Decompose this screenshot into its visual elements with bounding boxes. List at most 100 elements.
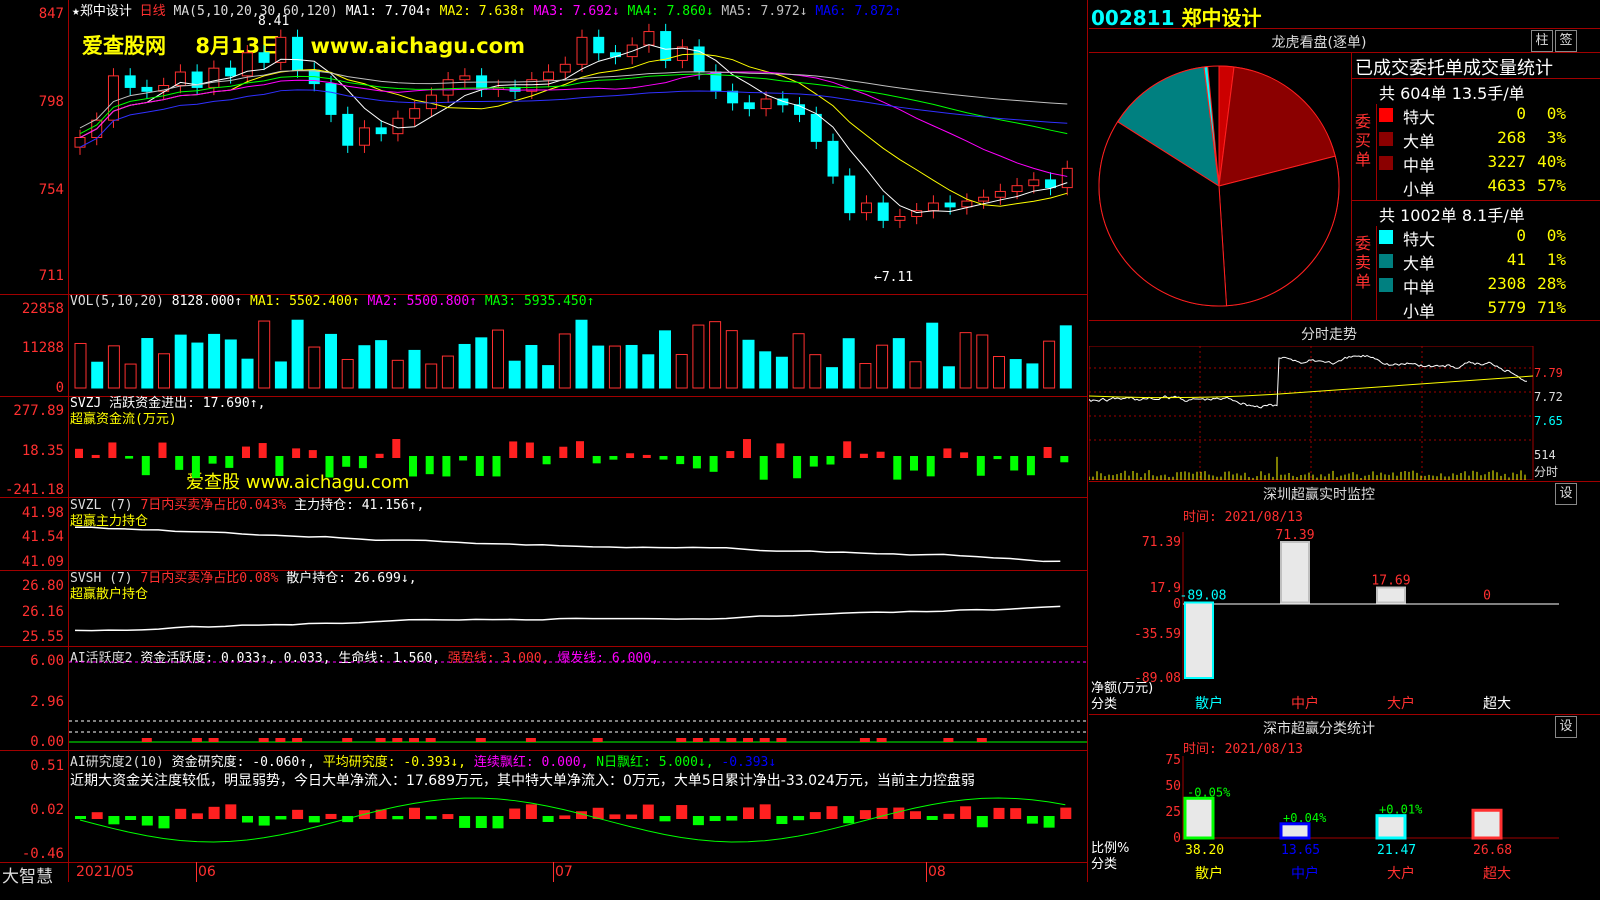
flow-bar bbox=[158, 442, 167, 458]
research-bar bbox=[208, 806, 220, 819]
main-chart-area[interactable]: ★郑中设计 日线 MA(5,10,20,30,60,120) MA1: 7.70… bbox=[0, 0, 1088, 900]
price-y-label: 711 bbox=[38, 268, 64, 284]
volume-bar bbox=[959, 332, 972, 389]
research-bar bbox=[475, 816, 487, 829]
candle bbox=[978, 196, 990, 202]
active-bar bbox=[709, 738, 720, 742]
volume-bar bbox=[809, 354, 822, 389]
candle bbox=[543, 71, 555, 81]
candle bbox=[844, 175, 856, 214]
research-bar bbox=[175, 808, 187, 819]
buy-row-name: 特大 bbox=[1403, 108, 1436, 127]
volume-bar bbox=[274, 361, 287, 389]
research-bar bbox=[325, 813, 337, 819]
ai-research-y-label: -0.46 bbox=[21, 846, 64, 862]
research-bar bbox=[1060, 807, 1072, 819]
order-pie[interactable] bbox=[1089, 52, 1351, 320]
flow-bar bbox=[576, 441, 584, 458]
research-bar bbox=[492, 816, 504, 829]
volume-bar bbox=[692, 324, 705, 389]
volume-bar bbox=[542, 365, 555, 389]
candle bbox=[559, 63, 571, 73]
monitor-bar-label: 0 bbox=[1483, 589, 1491, 604]
monitor-bar-chart[interactable]: 71.3917.90-35.59-89.08-89.0871.3917.690散… bbox=[1089, 522, 1600, 712]
bar-toggle-button[interactable]: 柱 bbox=[1531, 30, 1553, 52]
volume-bar bbox=[325, 333, 337, 389]
sell-row-name: 小单 bbox=[1403, 302, 1436, 321]
ma-line bbox=[79, 53, 1068, 207]
volume-bar bbox=[775, 356, 788, 389]
svzj-y-label: 277.89 bbox=[13, 403, 64, 419]
classify-y-label: 50 bbox=[1165, 779, 1181, 794]
classify-change-label: +0.01% bbox=[1379, 803, 1423, 817]
monitor-bar bbox=[1280, 541, 1310, 604]
intraday-chart[interactable] bbox=[1089, 346, 1534, 480]
intraday-y-label: 7.72 bbox=[1534, 390, 1563, 404]
svzl-y-label: 41.09 bbox=[21, 554, 64, 570]
volume-bar bbox=[742, 339, 755, 389]
sell-side-label: 委卖单 bbox=[1355, 234, 1372, 291]
right-panel: 002811 郑中设计 龙虎看盘(逐单) 柱 签 已成交委托单成交量统计 共 6… bbox=[1089, 0, 1600, 900]
research-bar bbox=[993, 807, 1005, 819]
classify-bar-chart[interactable]: 75 50 25 0 -0.05% 38.20 +0.04% 13.65 +0.01% 21.47… bbox=[1089, 752, 1600, 900]
flow-bar bbox=[709, 456, 718, 472]
classify-settings-button[interactable]: 设 bbox=[1555, 716, 1577, 738]
sell-row-pct: 71% bbox=[1537, 298, 1566, 317]
classify-category: 大户 bbox=[1387, 865, 1415, 882]
legend-swatch bbox=[1379, 108, 1393, 122]
research-bar bbox=[1010, 808, 1022, 819]
settings-button[interactable]: 签 bbox=[1555, 30, 1577, 52]
ai-research-header: AI研究度2(10) 资金研究度: -0.060↑, 平均研究度: -0.393… bbox=[70, 755, 777, 770]
candle bbox=[358, 127, 370, 146]
svzl-line[interactable] bbox=[69, 515, 1087, 570]
stock-title[interactable]: 002811 郑中设计 bbox=[1091, 2, 1261, 31]
vol-y-label: 22858 bbox=[21, 301, 64, 317]
buy-row-count: 4633 bbox=[1487, 176, 1526, 195]
candle bbox=[342, 113, 354, 146]
volume-bar bbox=[475, 337, 488, 389]
sell-row-name: 大单 bbox=[1403, 254, 1436, 273]
candle bbox=[760, 98, 772, 110]
research-bar bbox=[308, 816, 320, 823]
volume-bars[interactable] bbox=[69, 306, 1087, 396]
candle bbox=[927, 202, 939, 212]
ai-research-chart[interactable] bbox=[69, 790, 1087, 862]
volume-bar bbox=[1009, 359, 1022, 389]
candle bbox=[1045, 179, 1057, 189]
volume-bar bbox=[74, 342, 87, 389]
candle bbox=[409, 108, 421, 119]
research-bar bbox=[158, 816, 170, 829]
research-bar bbox=[743, 807, 754, 819]
research-bar bbox=[425, 816, 437, 820]
candle bbox=[961, 200, 973, 208]
volume-bar bbox=[1059, 325, 1072, 389]
ai-active-chart[interactable] bbox=[69, 660, 1087, 750]
active-bar bbox=[776, 738, 787, 742]
flow-bar bbox=[859, 453, 868, 458]
holding-line bbox=[74, 526, 1061, 563]
buy-row-pct: 3% bbox=[1546, 128, 1566, 147]
volume-bar bbox=[224, 339, 237, 389]
svsh-line[interactable] bbox=[69, 585, 1087, 645]
svzj-bars[interactable] bbox=[69, 420, 1087, 496]
monitor-bar bbox=[1184, 601, 1214, 679]
classify-y-label: 25 bbox=[1165, 805, 1181, 820]
volume-bar bbox=[659, 330, 671, 389]
candle bbox=[141, 86, 153, 92]
vol-y-label: 11288 bbox=[21, 340, 64, 356]
classify-category: 中户 bbox=[1291, 865, 1319, 882]
monitor-settings-button[interactable]: 设 bbox=[1555, 483, 1577, 505]
svsh-y-label: 25.55 bbox=[21, 629, 64, 645]
active-bar bbox=[525, 738, 536, 742]
flow-bar bbox=[993, 456, 1002, 460]
volume-bar bbox=[291, 319, 304, 389]
price-candles[interactable] bbox=[69, 16, 1087, 294]
research-bar bbox=[75, 816, 86, 820]
classify-y-label: 75 bbox=[1165, 753, 1181, 768]
monitor-y-label: 17.9 bbox=[1150, 581, 1181, 596]
price-y-label: 798 bbox=[38, 94, 64, 110]
flow-bar bbox=[225, 456, 234, 468]
research-bar bbox=[442, 814, 454, 819]
monitor-unit: 净额(万元) bbox=[1091, 681, 1153, 696]
volume-bar bbox=[358, 345, 371, 389]
